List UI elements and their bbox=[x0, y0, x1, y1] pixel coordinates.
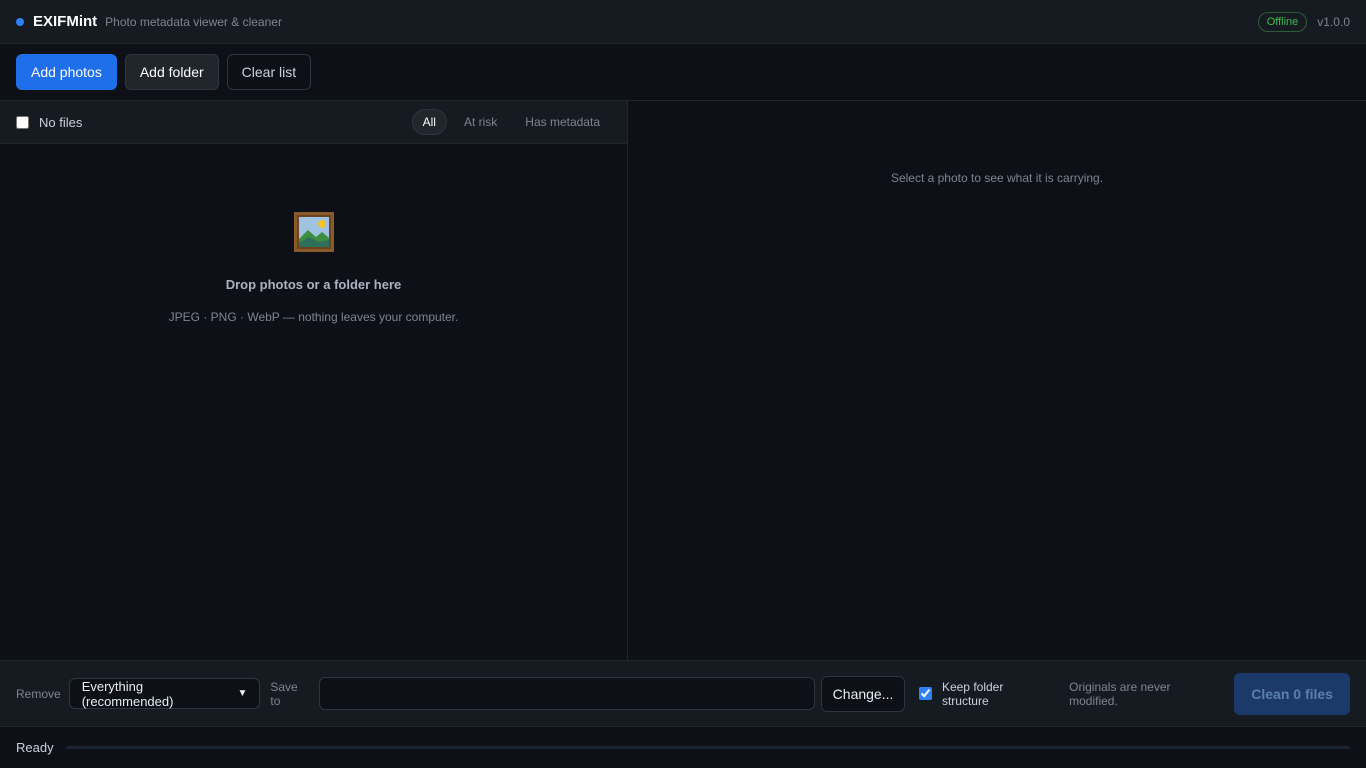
clean-files-button[interactable]: Clean 0 files bbox=[1234, 672, 1350, 715]
select-all-checkbox[interactable] bbox=[16, 115, 29, 129]
file-list-header: No files All At risk Has metadata bbox=[0, 101, 627, 144]
originals-note: Originals are never modified. bbox=[1069, 679, 1171, 708]
framed-picture-icon bbox=[294, 212, 334, 252]
remove-select[interactable]: Everything (recommended) ▼ bbox=[68, 678, 261, 709]
title-right-group: Offline v1.0.0 bbox=[1257, 11, 1350, 32]
change-button[interactable]: Change... bbox=[821, 675, 905, 712]
remove-select-value: Everything (recommended) bbox=[81, 678, 174, 709]
add-photos-button[interactable]: Add photos bbox=[16, 54, 117, 90]
chevron-down-icon: ▼ bbox=[237, 688, 248, 699]
add-folder-button[interactable]: Add folder bbox=[124, 54, 219, 90]
app-status-dot bbox=[16, 17, 24, 26]
status-bar: Ready bbox=[0, 727, 1366, 768]
app-name: EXIFMint bbox=[33, 13, 98, 30]
progress-bar bbox=[65, 746, 1350, 749]
drop-zone[interactable]: Drop photos or a folder here JPEG · PNG … bbox=[0, 145, 627, 660]
filter-tabs: All At risk Has metadata bbox=[406, 109, 611, 135]
clear-list-button[interactable]: Clear list bbox=[226, 54, 312, 90]
remove-label: Remove bbox=[16, 686, 61, 701]
file-list-panel: No files All At risk Has metadata Drop p… bbox=[0, 101, 628, 660]
select-all-label: No files bbox=[39, 114, 83, 130]
filter-all[interactable]: All bbox=[411, 109, 447, 135]
keep-structure-checkbox[interactable] bbox=[918, 687, 932, 700]
title-bar: EXIFMint Photo metadata viewer & cleaner… bbox=[0, 0, 1366, 44]
keep-structure-toggle[interactable]: Keep folder structure bbox=[918, 679, 1053, 708]
filter-at-risk[interactable]: At risk bbox=[453, 109, 508, 135]
app-tagline: Photo metadata viewer & cleaner bbox=[105, 14, 282, 29]
drop-title: Drop photos or a folder here bbox=[225, 277, 402, 292]
detail-hint: Select a photo to see what it is carryin… bbox=[890, 171, 1104, 185]
filter-has-metadata[interactable]: Has metadata bbox=[514, 109, 611, 135]
save-to-input[interactable] bbox=[319, 677, 816, 710]
action-bar: Remove Everything (recommended) ▼ Save t… bbox=[0, 660, 1366, 727]
version-label: v1.0.0 bbox=[1317, 14, 1350, 29]
toolbar: Add photos Add folder Clear list bbox=[0, 44, 1366, 101]
detail-panel: Select a photo to see what it is carryin… bbox=[628, 101, 1366, 660]
offline-badge: Offline bbox=[1257, 11, 1308, 32]
drop-subtitle: JPEG · PNG · WebP — nothing leaves your … bbox=[168, 310, 459, 324]
keep-structure-label: Keep folder structure bbox=[941, 679, 1004, 708]
status-text: Ready bbox=[16, 740, 54, 755]
save-to-label: Save to bbox=[270, 679, 298, 708]
